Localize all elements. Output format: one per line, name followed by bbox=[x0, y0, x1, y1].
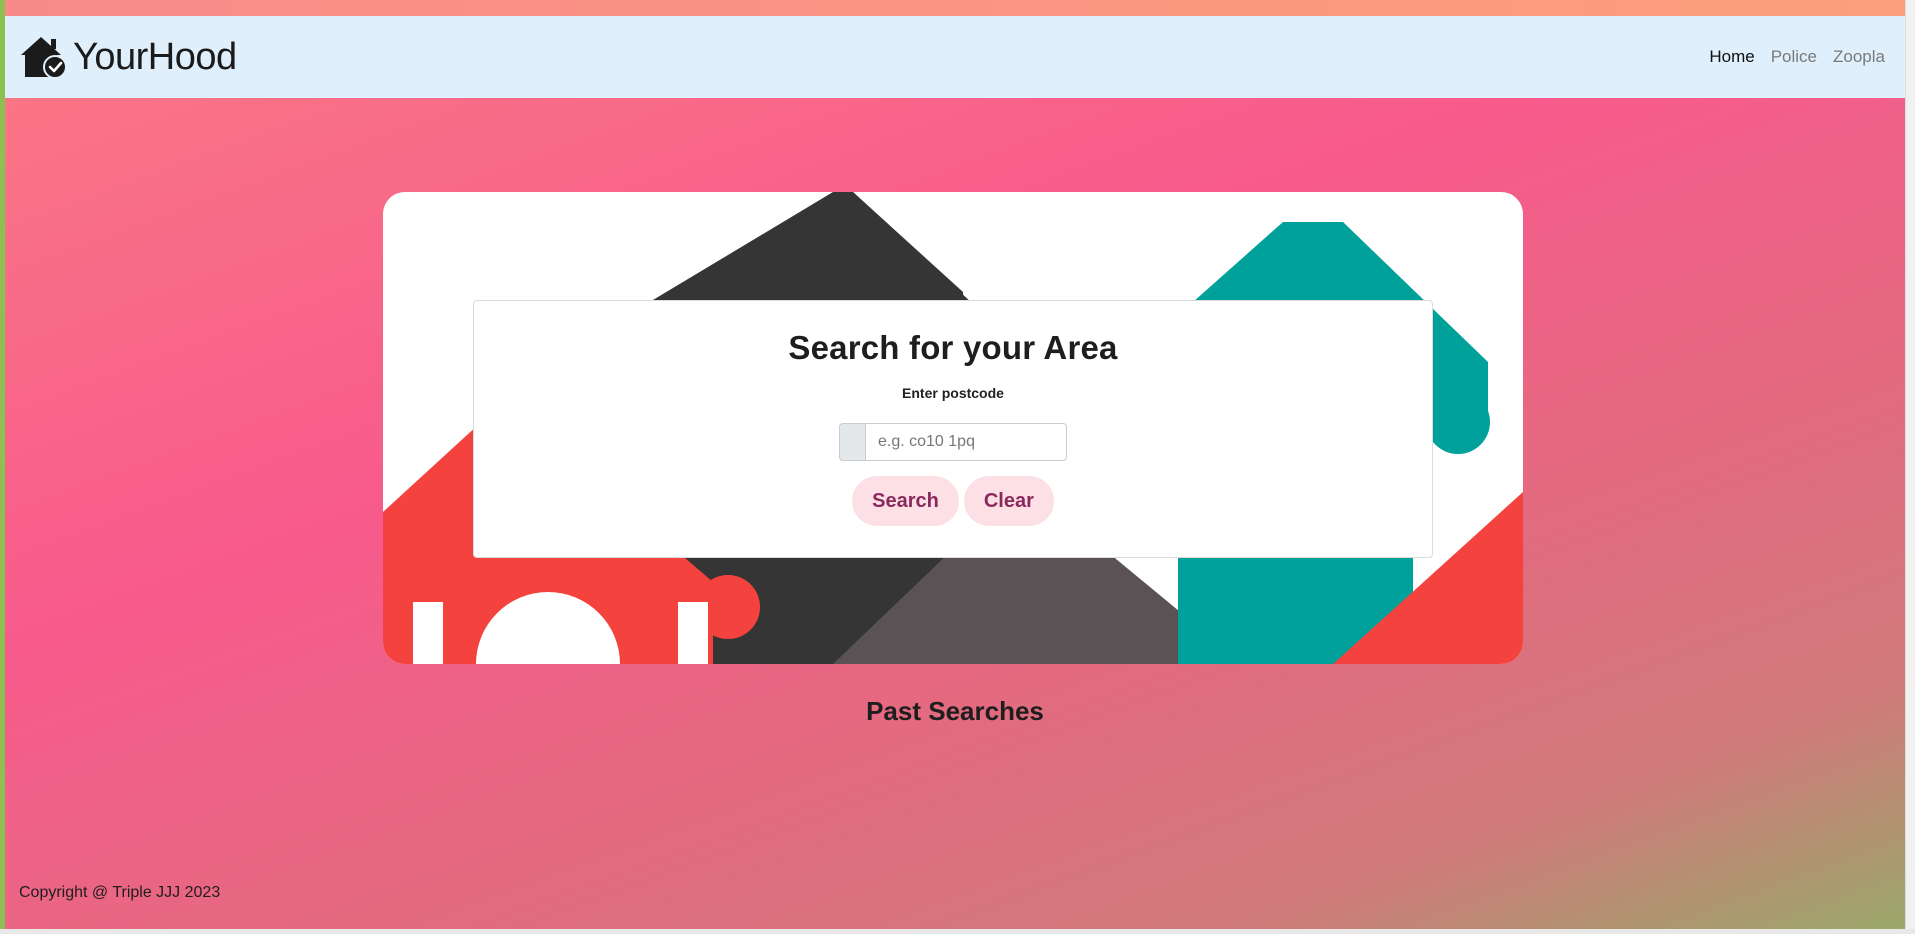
window-bottom-edge bbox=[0, 929, 1915, 934]
nav-link-police[interactable]: Police bbox=[1771, 47, 1817, 67]
search-button[interactable]: Search bbox=[852, 476, 959, 526]
postcode-input-group bbox=[474, 423, 1432, 461]
nav-links: Home Police Zoopla bbox=[1709, 47, 1885, 67]
brand-name: YourHood bbox=[73, 35, 237, 78]
clear-button[interactable]: Clear bbox=[963, 476, 1054, 526]
brand[interactable]: YourHood bbox=[17, 33, 237, 81]
navbar: YourHood Home Police Zoopla bbox=[5, 16, 1905, 98]
top-strip bbox=[5, 0, 1905, 16]
past-searches-title: Past Searches bbox=[866, 696, 1044, 726]
nav-link-zoopla[interactable]: Zoopla bbox=[1833, 47, 1885, 67]
input-addon bbox=[839, 423, 865, 461]
footer-copyright: Copyright @ Triple JJJ 2023 bbox=[19, 884, 221, 901]
search-actions: Search Clear bbox=[474, 476, 1432, 526]
house-check-icon bbox=[17, 33, 71, 81]
postcode-label: Enter postcode bbox=[902, 385, 1004, 401]
search-title: Search for your Area bbox=[788, 329, 1118, 366]
search-card: Search for your Area Enter postcode Sear… bbox=[473, 300, 1433, 558]
page-viewport: YourHood Home Police Zoopla Search for y… bbox=[5, 0, 1905, 929]
scrollbar[interactable] bbox=[1905, 0, 1915, 934]
nav-link-home[interactable]: Home bbox=[1709, 47, 1754, 67]
hero-banner: Search for your Area Enter postcode Sear… bbox=[383, 192, 1523, 664]
postcode-input[interactable] bbox=[865, 423, 1067, 461]
